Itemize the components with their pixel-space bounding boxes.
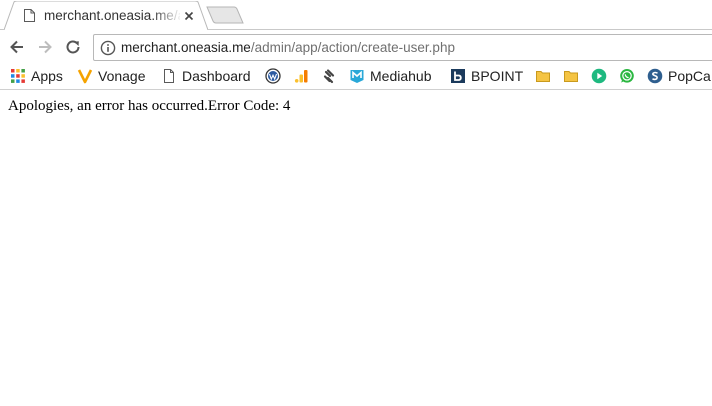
wordpress-icon	[265, 68, 281, 84]
new-tab-button[interactable]	[206, 6, 244, 24]
bookmark-play[interactable]	[591, 67, 607, 85]
popcash-icon	[647, 68, 663, 84]
folder-icon	[535, 68, 551, 84]
forward-arrow-icon[interactable]	[35, 37, 55, 57]
analytics-icon	[293, 68, 309, 84]
url-text[interactable]: merchant.oneasia.me/admin/app/action/cre…	[121, 39, 455, 57]
bookmark-whatsapp[interactable]	[619, 67, 635, 85]
page-content: Apologies, an error has occurred.Error C…	[0, 90, 712, 406]
back-arrow-icon[interactable]	[7, 37, 27, 57]
tab-strip: merchant.oneasia.me/admin/app/action/cre…	[0, 0, 712, 30]
close-icon[interactable]	[182, 9, 196, 23]
browser-tab[interactable]: merchant.oneasia.me/admin/app/action/cre…	[4, 1, 208, 30]
url-path: /admin/app/action/create-user.php	[250, 40, 455, 55]
whatsapp-icon	[619, 68, 635, 84]
apps-grid-icon	[10, 68, 26, 84]
reload-icon[interactable]	[63, 37, 83, 57]
page-icon	[161, 68, 177, 84]
bookmark-wordpress[interactable]	[265, 67, 281, 85]
bpoint-icon	[450, 68, 466, 84]
bookmark-label: Mediahub	[370, 68, 432, 84]
bookmark-label: Dashboard	[182, 68, 251, 84]
tab-title-fade	[152, 5, 182, 27]
play-icon	[591, 68, 607, 84]
bookmarks-bar: Apps Vonage Dashboard Mediahub BPOINT Po…	[0, 63, 712, 89]
error-message: Apologies, an error has occurred.Error C…	[8, 98, 291, 114]
bookmark-label: Apps	[31, 68, 63, 84]
bookmark-analytics[interactable]	[293, 67, 309, 85]
bookmark-popcash[interactable]: PopCa	[647, 67, 711, 85]
bookmark-dashboard[interactable]: Dashboard	[161, 67, 251, 85]
url-host: merchant.oneasia.me	[121, 40, 251, 55]
bookmark-bpoint[interactable]: BPOINT	[450, 67, 523, 85]
bookmark-folder-1[interactable]	[535, 67, 551, 85]
squarespace-icon	[321, 68, 337, 84]
vonage-icon	[77, 68, 93, 84]
bookmark-label: Vonage	[98, 68, 146, 84]
address-bar[interactable]: merchant.oneasia.me/admin/app/action/cre…	[93, 34, 712, 61]
bookmark-mediahub[interactable]: Mediahub	[349, 67, 432, 85]
browser-toolbar: merchant.oneasia.me/admin/app/action/cre…	[0, 30, 712, 63]
page-icon	[24, 9, 35, 22]
info-icon[interactable]	[100, 40, 116, 56]
bookmark-squarespace[interactable]	[321, 67, 337, 85]
bookmark-apps[interactable]: Apps	[10, 67, 63, 85]
bookmark-vonage[interactable]: Vonage	[77, 67, 146, 85]
bookmark-label: PopCa	[668, 68, 711, 84]
folder-icon	[563, 68, 579, 84]
bookmark-label: BPOINT	[471, 68, 524, 84]
bookmark-folder-2[interactable]	[563, 67, 579, 85]
mediahub-icon	[349, 68, 365, 84]
